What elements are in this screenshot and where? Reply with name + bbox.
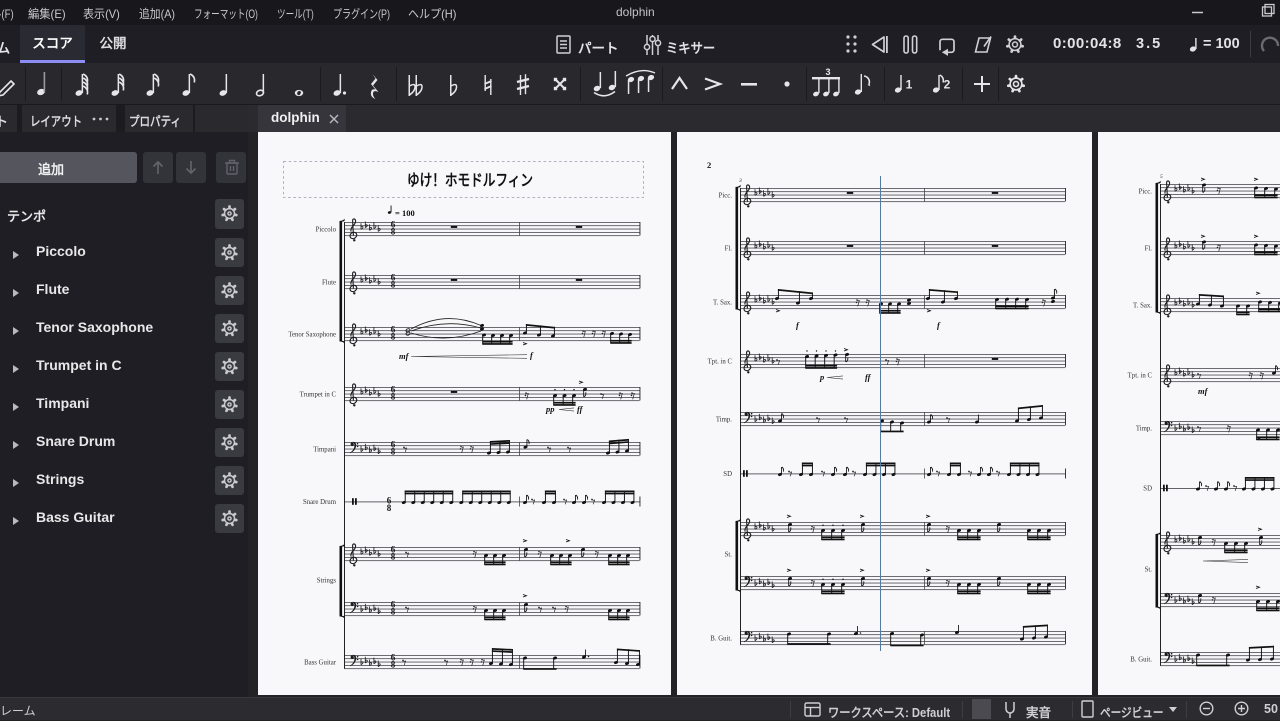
svg-text:mf: mf: [1198, 386, 1209, 396]
svg-text:Timp.: Timp.: [716, 417, 732, 424]
svg-text:8: 8: [391, 279, 396, 289]
svg-text:ff: ff: [865, 372, 872, 382]
svg-text:8: 8: [391, 606, 396, 616]
svg-text:Snare Drum: Snare Drum: [303, 499, 337, 506]
svg-text:Timpani: Timpani: [313, 447, 336, 454]
svg-text:ゆけ！ホモドルフィン: ゆけ！ホモドルフィン: [407, 172, 533, 190]
svg-text:Trumpet in C: Trumpet in C: [300, 392, 337, 399]
svg-text:8: 8: [391, 659, 396, 669]
svg-text:f: f: [796, 320, 800, 330]
svg-text:8: 8: [391, 391, 396, 401]
svg-text:Fl.: Fl.: [1145, 246, 1153, 253]
svg-text:Picc.: Picc.: [1139, 189, 1153, 196]
svg-text:ff: ff: [577, 404, 584, 414]
svg-text:2: 2: [707, 160, 711, 170]
svg-text:p: p: [819, 372, 824, 382]
svg-text:2: 2: [944, 78, 951, 92]
svg-text:f: f: [937, 320, 941, 330]
svg-text:SD: SD: [1143, 486, 1152, 493]
svg-text:8: 8: [391, 446, 396, 456]
svg-text:3: 3: [738, 178, 742, 184]
svg-text:Picc.: Picc.: [719, 193, 733, 200]
svg-text:St.: St.: [725, 552, 733, 559]
svg-text:Timp.: Timp.: [1136, 426, 1152, 433]
svg-text:5: 5: [1160, 174, 1163, 180]
svg-text:Tpt. in C: Tpt. in C: [708, 359, 733, 366]
svg-text:Piccolo: Piccolo: [316, 227, 337, 234]
svg-text:Flute: Flute: [322, 280, 336, 287]
svg-text:Strings: Strings: [317, 578, 337, 585]
svg-text:T. Sax.: T. Sax.: [1133, 303, 1152, 310]
svg-text:T. Sax.: T. Sax.: [713, 300, 732, 307]
svg-text:Tenor Saxophone: Tenor Saxophone: [288, 332, 336, 339]
svg-text:mf: mf: [399, 351, 410, 361]
svg-text:f: f: [530, 350, 534, 360]
svg-text:8: 8: [387, 503, 392, 513]
svg-text:Fl.: Fl.: [725, 246, 733, 253]
svg-text:B. Guit.: B. Guit.: [710, 636, 732, 643]
svg-text:Bass Guitar: Bass Guitar: [304, 660, 337, 667]
svg-text:pp: pp: [545, 404, 555, 414]
svg-text:8: 8: [391, 551, 396, 561]
svg-text:8: 8: [391, 226, 396, 236]
svg-text:B. Guit.: B. Guit.: [1130, 657, 1152, 664]
svg-text:Tpt. in C: Tpt. in C: [1128, 373, 1153, 380]
svg-text:8: 8: [391, 331, 396, 341]
svg-text:3: 3: [825, 67, 830, 77]
svg-text:SD: SD: [723, 471, 732, 478]
svg-text:St.: St.: [1145, 567, 1153, 574]
svg-text:1: 1: [906, 78, 913, 92]
svg-text:= 100: = 100: [395, 208, 415, 218]
